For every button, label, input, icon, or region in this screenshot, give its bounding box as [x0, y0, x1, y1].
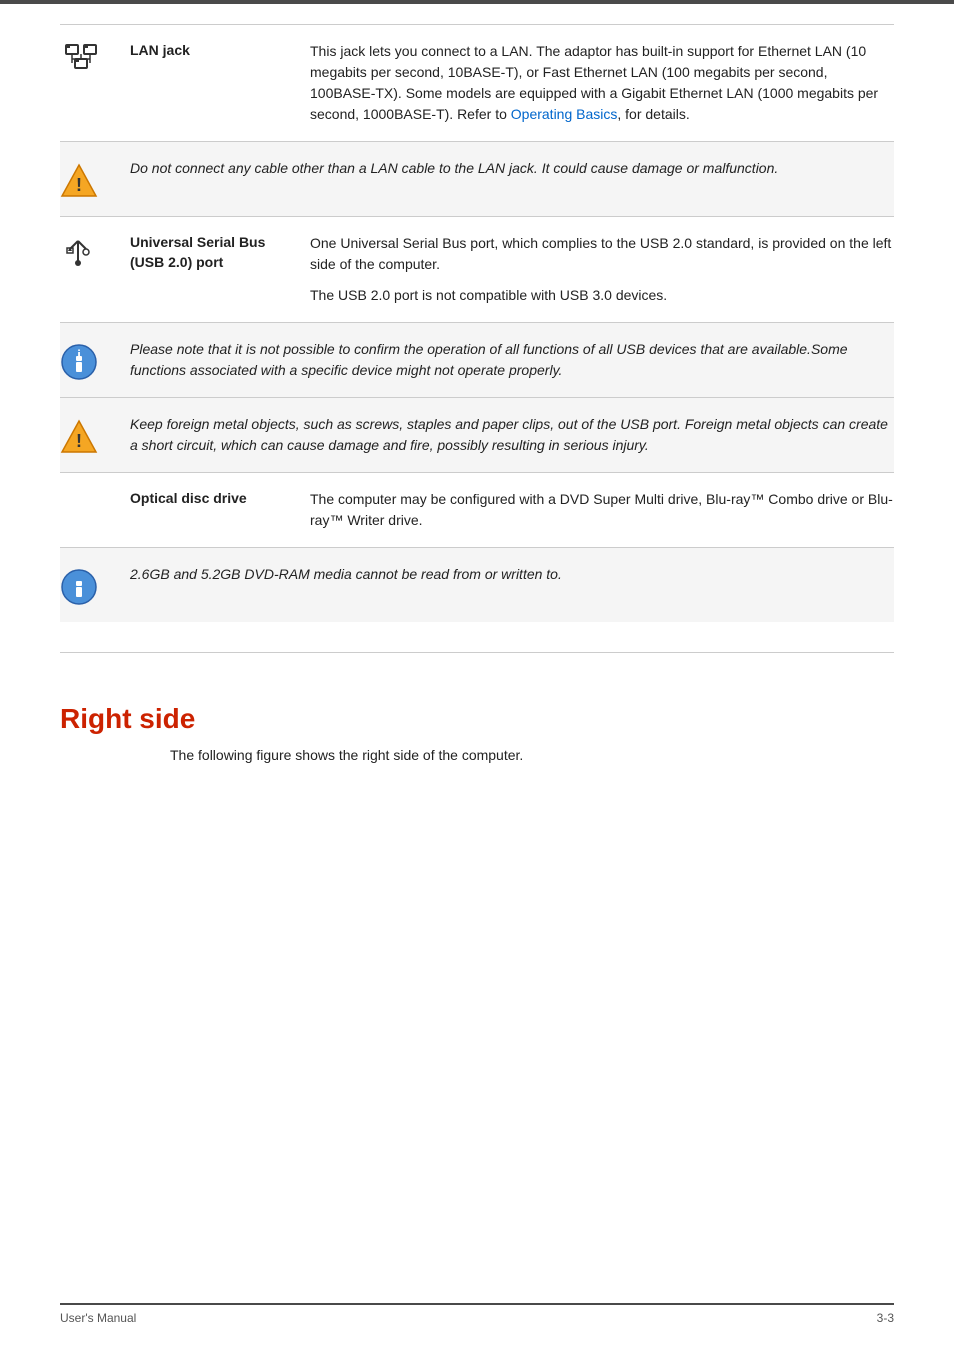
lan-warning-row: ! Do not connect any cable other than a …: [60, 141, 894, 216]
usb-warning-text: Keep foreign metal objects, such as scre…: [130, 414, 894, 456]
info-icon: i: [60, 343, 98, 381]
optical-row: Optical disc drive The computer may be c…: [60, 472, 894, 547]
usb-desc-para2: The USB 2.0 port is not compatible with …: [310, 285, 894, 306]
lan-icon-cell: [60, 41, 130, 81]
lan-jack-row: LAN jack This jack lets you connect to a…: [60, 24, 894, 141]
info-icon-2: [60, 568, 98, 606]
usb-info-icon-cell: i: [60, 339, 130, 381]
warning-icon: !: [60, 162, 98, 200]
usb-warning-row: ! Keep foreign metal objects, such as sc…: [60, 397, 894, 472]
content-area: LAN jack This jack lets you connect to a…: [0, 4, 954, 826]
usb-row: Universal Serial Bus (USB 2.0) port One …: [60, 216, 894, 322]
dvdram-info-row: 2.6GB and 5.2GB DVD-RAM media cannot be …: [60, 547, 894, 622]
usb-icon: [60, 235, 96, 271]
warning-icon-2: !: [60, 418, 98, 456]
svg-text:!: !: [76, 431, 82, 451]
lan-jack-label: LAN jack: [130, 41, 310, 61]
dvdram-info-text: 2.6GB and 5.2GB DVD-RAM media cannot be …: [130, 564, 894, 585]
lan-warning-text: Do not connect any cable other than a LA…: [130, 158, 894, 179]
usb-warning-icon-cell: !: [60, 414, 130, 456]
optical-icon-cell: [60, 489, 130, 491]
optical-desc-para1: The computer may be configured with a DV…: [310, 489, 894, 531]
svg-text:!: !: [76, 175, 82, 195]
operating-basics-link[interactable]: Operating Basics: [511, 106, 618, 122]
page: LAN jack This jack lets you connect to a…: [0, 0, 954, 1345]
right-side-intro: The following figure shows the right sid…: [170, 745, 894, 766]
usb-info-text: Please note that it is not possible to c…: [130, 339, 894, 381]
lan-jack-desc: This jack lets you connect to a LAN. The…: [310, 41, 894, 125]
footer-left: User's Manual: [60, 1311, 136, 1325]
usb-desc-para1: One Universal Serial Bus port, which com…: [310, 233, 894, 275]
usb-info-row: i Please note that it is not possible to…: [60, 322, 894, 397]
usb-desc: One Universal Serial Bus port, which com…: [310, 233, 894, 306]
usb-icon-cell: [60, 233, 130, 271]
footer-right: 3-3: [877, 1311, 894, 1325]
optical-label: Optical disc drive: [130, 489, 310, 509]
optical-desc: The computer may be configured with a DV…: [310, 489, 894, 531]
dvdram-info-icon-cell: [60, 564, 130, 606]
right-side-heading: Right side: [60, 703, 894, 735]
usb-label: Universal Serial Bus (USB 2.0) port: [130, 233, 310, 272]
lan-warning-icon-cell: !: [60, 158, 130, 200]
page-footer: User's Manual 3-3: [60, 1303, 894, 1325]
lan-icon: [60, 43, 102, 81]
